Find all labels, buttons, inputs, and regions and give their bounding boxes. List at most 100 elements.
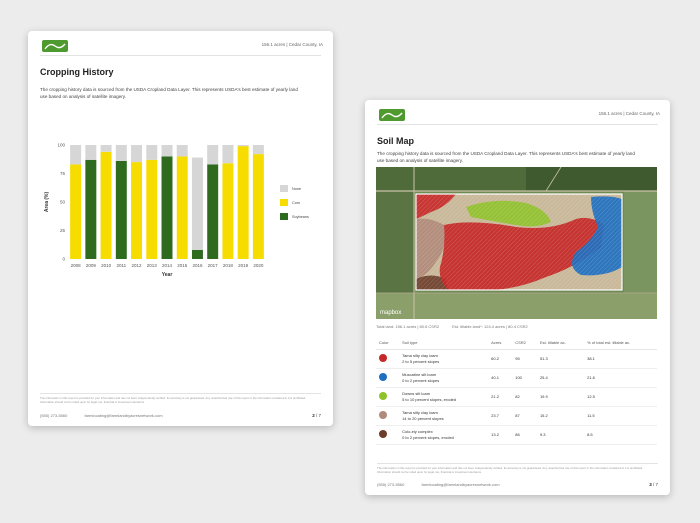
company-logo bbox=[42, 40, 68, 52]
bar-corn-2008 bbox=[70, 164, 82, 259]
footer-phone[interactable]: (555) 273-5560 bbox=[377, 482, 404, 487]
legend-label-none: None bbox=[292, 186, 302, 191]
x-axis-label: Year bbox=[162, 272, 173, 278]
footer-email[interactable]: farmlocating@farmlandbyacresnetwork.com bbox=[421, 482, 499, 487]
soil-tillable: 51.3 bbox=[536, 349, 585, 369]
x-tick-label: 2012 bbox=[132, 263, 143, 268]
bar-corn-2019 bbox=[237, 146, 249, 259]
soil-acres: 40.1 bbox=[488, 368, 513, 388]
bar-none-2014 bbox=[161, 145, 173, 157]
x-tick-label: 2013 bbox=[147, 263, 158, 268]
soil-pct: 8.5 bbox=[584, 425, 657, 445]
bar-corn-2015 bbox=[176, 156, 188, 259]
header-divider bbox=[40, 55, 321, 56]
bar-soybeans-2016 bbox=[191, 249, 203, 259]
footer-disclaimer: The information in this report is provid… bbox=[40, 396, 307, 404]
bar-none-2017 bbox=[207, 145, 219, 165]
bar-none-2008 bbox=[70, 145, 82, 165]
footer-contact: (555) 273-5560 farmlocating@farmlandbyac… bbox=[377, 482, 516, 487]
bar-corn-2013 bbox=[146, 159, 158, 259]
table-row: Colo-ely complex 0 to 2 percent slopes, e… bbox=[376, 425, 657, 445]
soil-map-image: mapbox bbox=[376, 167, 657, 319]
footer-divider bbox=[377, 463, 658, 464]
soil-pct: 11.5 bbox=[584, 406, 657, 426]
col-soil-type: Soil type bbox=[399, 336, 489, 350]
soil-acres: 13.2 bbox=[488, 425, 513, 445]
bar-none-2016 bbox=[191, 157, 203, 250]
legend-swatch-soybeans bbox=[280, 213, 288, 220]
y-tick-label: 75 bbox=[60, 171, 66, 176]
soil-color-dot bbox=[379, 392, 387, 400]
total-tillable: Est. tillable land*: 124.4 acres | 80.4 … bbox=[452, 324, 528, 329]
header-divider bbox=[377, 124, 658, 125]
page-number-current: 2 bbox=[312, 413, 315, 418]
soil-slope: 14 to 20 percent slopes bbox=[402, 416, 444, 421]
x-tick-label: 2017 bbox=[208, 263, 219, 268]
soil-acres: 60.2 bbox=[488, 349, 513, 369]
bar-soybeans-2011 bbox=[115, 160, 127, 259]
soil-color-dot bbox=[379, 430, 387, 438]
footer-phone[interactable]: (555) 273-5560 bbox=[40, 413, 67, 418]
bar-none-2010 bbox=[100, 145, 112, 152]
x-tick-label: 2008 bbox=[71, 263, 82, 268]
legend-swatch-corn bbox=[280, 199, 288, 206]
col-acres: Acres bbox=[488, 336, 513, 350]
x-tick-label: 2009 bbox=[86, 263, 97, 268]
soil-pct: 21.6 bbox=[584, 368, 657, 388]
col-color: Color bbox=[376, 336, 400, 350]
map-summary: Total land: 156.1 acres | 80.6 CSR2 Est.… bbox=[376, 324, 540, 329]
chart-legend: None Corn Soybeans bbox=[280, 185, 309, 227]
y-tick-label: 50 bbox=[60, 200, 66, 205]
soil-csr2: 86 bbox=[512, 425, 537, 445]
company-logo bbox=[379, 109, 405, 121]
bar-none-2011 bbox=[115, 145, 127, 161]
table-row: Tama silty clay loam 14 to 20 percent slo… bbox=[376, 406, 657, 426]
page-number-current: 3 bbox=[649, 482, 652, 487]
footer-email[interactable]: farmlocating@farmlandbyacresnetwork.com bbox=[84, 413, 162, 418]
bar-corn-2012 bbox=[131, 162, 143, 259]
x-tick-label: 2020 bbox=[253, 263, 264, 268]
x-tick-label: 2014 bbox=[162, 263, 173, 268]
legend-item-soybeans: Soybeans bbox=[280, 213, 309, 220]
table-row: Muscatine silt loam 0 to 2 percent slopes… bbox=[376, 368, 657, 388]
bar-none-2013 bbox=[146, 145, 158, 160]
bar-none-2012 bbox=[131, 145, 143, 163]
soil-pct: 12.5 bbox=[584, 387, 657, 407]
page-title: Soil Map bbox=[377, 136, 415, 146]
y-tick-label: 100 bbox=[57, 143, 65, 148]
footer-disclaimer: The information in this report is provid… bbox=[377, 466, 644, 474]
soil-slope: 2 to 5 percent slopes bbox=[402, 359, 440, 364]
x-tick-label: 2010 bbox=[101, 263, 112, 268]
page-description: The cropping history data is sourced fro… bbox=[377, 151, 635, 163]
bar-soybeans-2009 bbox=[85, 159, 97, 259]
legend-label-soybeans: Soybeans bbox=[292, 214, 309, 219]
col-est-tillable: Est. tillable ac. bbox=[536, 336, 585, 350]
bar-soybeans-2017 bbox=[207, 164, 219, 259]
header-acreage: 156.1 acres | Cedar County, IA bbox=[261, 42, 323, 47]
bar-none-2015 bbox=[176, 145, 188, 157]
x-tick-label: 2018 bbox=[223, 263, 234, 268]
soil-color-dot bbox=[379, 373, 387, 381]
soil-acres: 23.7 bbox=[488, 406, 513, 426]
soil-slope: 5 to 10 percent slopes, eroded bbox=[402, 397, 457, 402]
soil-tillable: 9.3 bbox=[536, 425, 585, 445]
soil-slope: 0 to 2 percent slopes bbox=[402, 378, 440, 383]
soil-csr2: 95 bbox=[512, 349, 537, 369]
soil-csr2: 100 bbox=[512, 368, 537, 388]
bar-corn-2018 bbox=[222, 163, 234, 259]
soil-table-header: Color Soil type Acres CSR2 Est. tillable… bbox=[376, 336, 657, 350]
bar-none-2009 bbox=[85, 145, 97, 160]
table-row: Downs silt loam 5 to 10 percent slopes, e… bbox=[376, 387, 657, 407]
col-csr2: CSR2 bbox=[512, 336, 537, 350]
cropping-history-chart: 0 25 50 75 100 Area (%) 2008 2009 2010 2011 2012 20… bbox=[44, 143, 264, 279]
x-tick-label: 2019 bbox=[238, 263, 249, 268]
soil-csr2: 87 bbox=[512, 406, 537, 426]
soil-map-page: 156.1 acres | Cedar County, IA Soil Map … bbox=[365, 100, 670, 495]
y-tick-label: 0 bbox=[62, 257, 65, 262]
soil-tillable: 15.2 bbox=[536, 406, 585, 426]
cropping-history-page: 156.1 acres | Cedar County, IA Cropping … bbox=[28, 31, 333, 426]
col-pct-tillable: % of total est. tillable ac. bbox=[584, 336, 657, 350]
page-number-total: / 7 bbox=[315, 413, 321, 418]
soil-csr2: 82 bbox=[512, 387, 537, 407]
page-number: 2 / 7 bbox=[312, 413, 321, 418]
